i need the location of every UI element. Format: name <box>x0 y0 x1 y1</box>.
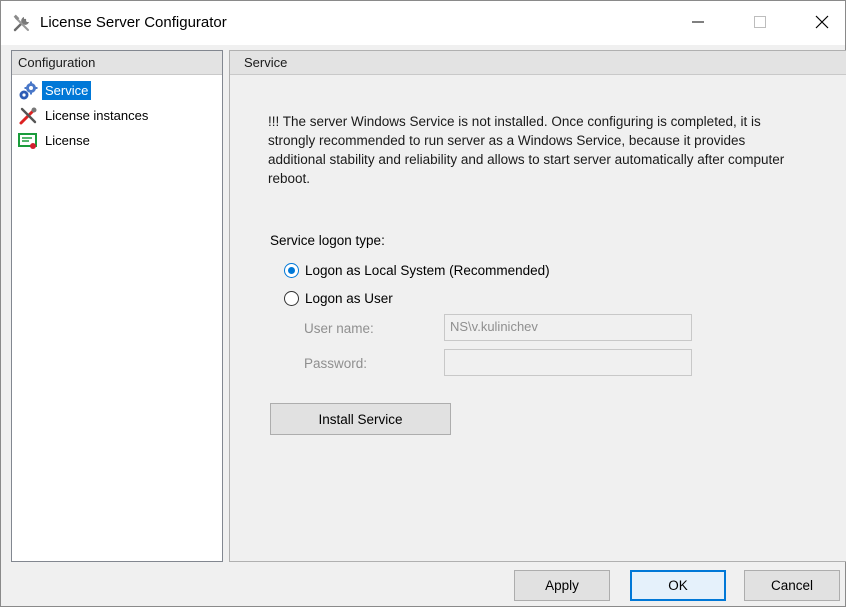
service-not-installed-notice: !!! The server Windows Service is not in… <box>268 114 785 186</box>
maximize-icon <box>754 15 766 31</box>
cancel-button[interactable]: Cancel <box>744 570 840 601</box>
radio-label: Logon as Local System (Recommended) <box>305 263 550 278</box>
logon-local-system-radio[interactable]: Logon as Local System (Recommended) <box>284 263 550 278</box>
install-service-button[interactable]: Install Service <box>270 403 451 435</box>
service-settings-panel: Service !!! The server Windows Service i… <box>229 50 846 562</box>
tree-item-label: Service <box>42 81 92 100</box>
tree-item-license[interactable]: License <box>12 128 222 153</box>
tools-icon <box>12 14 32 34</box>
window-title: License Server Configurator <box>40 14 227 31</box>
title-bar[interactable]: License Server Configurator <box>1 1 845 45</box>
radio-label: Logon as User <box>305 291 393 306</box>
gears-icon <box>18 81 38 101</box>
license-server-configurator-window: License Server Configurator Configuratio… <box>0 0 846 607</box>
tree-item-service[interactable]: Service <box>12 78 222 103</box>
user-name-field[interactable]: NS\v.kulinichev <box>444 314 692 341</box>
radio-checked-icon[interactable] <box>284 263 299 278</box>
configuration-tree-panel: Configuration Service License instances … <box>11 50 223 562</box>
tree-item-label: License <box>45 133 90 148</box>
logon-as-user-radio[interactable]: Logon as User <box>284 291 393 306</box>
password-field[interactable] <box>444 349 692 376</box>
service-header: Service <box>230 51 846 75</box>
close-icon <box>815 15 829 32</box>
certificate-icon <box>18 131 38 151</box>
apply-button[interactable]: Apply <box>514 570 610 601</box>
tree-item-license-instances[interactable]: License instances <box>12 103 222 128</box>
tools-icon <box>18 106 38 126</box>
configuration-header: Configuration <box>12 51 222 75</box>
radio-unchecked-icon[interactable] <box>284 291 299 306</box>
ok-button[interactable]: OK <box>630 570 726 601</box>
minimize-icon <box>692 15 704 31</box>
user-name-label: User name: <box>304 321 374 336</box>
password-label: Password: <box>304 356 368 371</box>
configuration-tree: Service License instances License <box>12 78 222 153</box>
logon-type-label: Service logon type: <box>270 233 385 248</box>
tree-item-label: License instances <box>45 108 149 123</box>
maximize-button[interactable] <box>737 1 783 45</box>
close-button[interactable] <box>799 1 845 45</box>
minimize-button[interactable] <box>675 1 721 45</box>
